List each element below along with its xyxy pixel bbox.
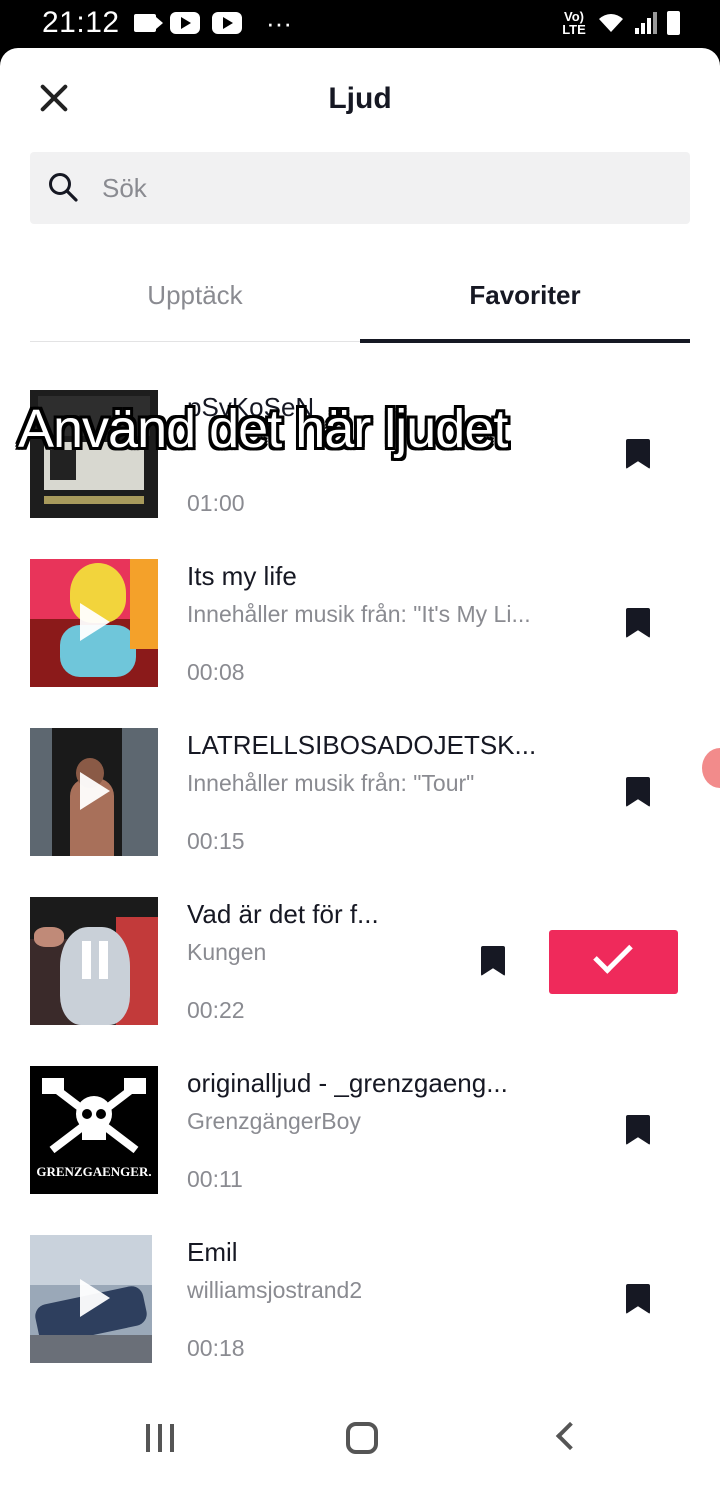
tab-favorites[interactable]: Favoriter [360, 280, 690, 311]
battery-icon [667, 11, 680, 35]
video-caption-overlay: Använd det här ljudet [18, 399, 508, 459]
play-icon[interactable] [80, 603, 110, 641]
check-icon [593, 934, 633, 974]
sound-subtitle: williamsjostrand2 [187, 1277, 363, 1303]
recent-apps-icon[interactable] [146, 1424, 174, 1452]
status-time: 21:12 [42, 6, 120, 39]
status-bar: 21:12 ··· Vo) LTE [0, 0, 720, 48]
more-notifications-icon: ··· [266, 8, 292, 38]
skull-pistons-logo [42, 1078, 146, 1154]
youtube-icon [212, 12, 242, 34]
sound-title: LATRELLSIBOSADOJETSK... [187, 730, 537, 760]
bookmark-icon[interactable] [481, 946, 505, 976]
status-system-icons: Vo) LTE [561, 10, 680, 36]
system-nav-bar [0, 1390, 720, 1488]
sound-subtitle: Innehåller musik från: "Tour" [187, 770, 475, 796]
pause-icon[interactable] [80, 941, 110, 979]
search-icon [49, 173, 78, 202]
tab-bar: Upptäck Favoriter [30, 268, 690, 343]
status-notification-icons: ··· [134, 8, 292, 38]
sound-title: Emil [187, 1237, 238, 1267]
video-record-icon [134, 14, 163, 32]
sound-title: Vad är det för f... [187, 899, 379, 929]
sound-list-item[interactable]: Vad är det för f... Kungen 00:22 [30, 897, 690, 1027]
sound-subtitle: Innehåller musik från: "It's My Li... [187, 601, 531, 627]
page-title: Ljud [328, 82, 392, 115]
sound-duration: 00:15 [187, 828, 245, 854]
home-icon[interactable] [346, 1422, 378, 1454]
use-sound-button[interactable] [549, 930, 678, 994]
search-input[interactable] [102, 152, 662, 224]
bookmark-icon[interactable] [626, 1284, 650, 1314]
sound-duration: 01:00 [187, 490, 245, 516]
bookmark-icon[interactable] [626, 439, 650, 469]
active-tab-indicator [360, 339, 690, 343]
sound-title: originalljud - _grenzgaeng... [187, 1068, 508, 1098]
sounds-sheet: Ljud Upptäck Favoriter pSyKoSeN 01:00 [0, 48, 720, 1488]
sound-list-item[interactable]: Its my life Innehåller musik från: "It's… [30, 559, 690, 689]
bookmark-icon[interactable] [626, 1115, 650, 1145]
tab-discover[interactable]: Upptäck [30, 280, 360, 311]
wifi-icon [599, 14, 623, 32]
youtube-icon [170, 12, 200, 34]
volte-icon: Vo) LTE [562, 9, 586, 37]
floating-indicator[interactable] [702, 748, 720, 788]
play-icon[interactable] [80, 772, 110, 810]
sound-duration: 00:08 [187, 659, 245, 685]
sound-list-item[interactable]: Emil williamsjostrand2 00:18 [30, 1235, 690, 1365]
sound-thumbnail: GRENZGAENGER. [30, 1066, 158, 1194]
sound-list-item[interactable]: GRENZGAENGER. originalljud - _grenzgaeng… [30, 1066, 690, 1196]
sound-list-item[interactable]: LATRELLSIBOSADOJETSK... Innehåller musik… [30, 728, 690, 858]
sound-duration: 00:18 [187, 1335, 245, 1361]
sound-subtitle: Kungen [187, 939, 267, 965]
thumbnail-logo-text: GRENZGAENGER. [36, 1164, 152, 1179]
play-icon[interactable] [80, 1279, 110, 1317]
sound-duration: 00:11 [187, 1166, 243, 1192]
sound-title: Its my life [187, 561, 297, 591]
search-bar[interactable] [30, 152, 690, 224]
sound-duration: 00:22 [187, 997, 245, 1023]
back-icon[interactable] [555, 1421, 585, 1451]
bookmark-icon[interactable] [626, 777, 650, 807]
bookmark-icon[interactable] [626, 608, 650, 638]
signal-icon [635, 12, 657, 34]
sound-subtitle: GrenzgängerBoy [187, 1108, 361, 1134]
